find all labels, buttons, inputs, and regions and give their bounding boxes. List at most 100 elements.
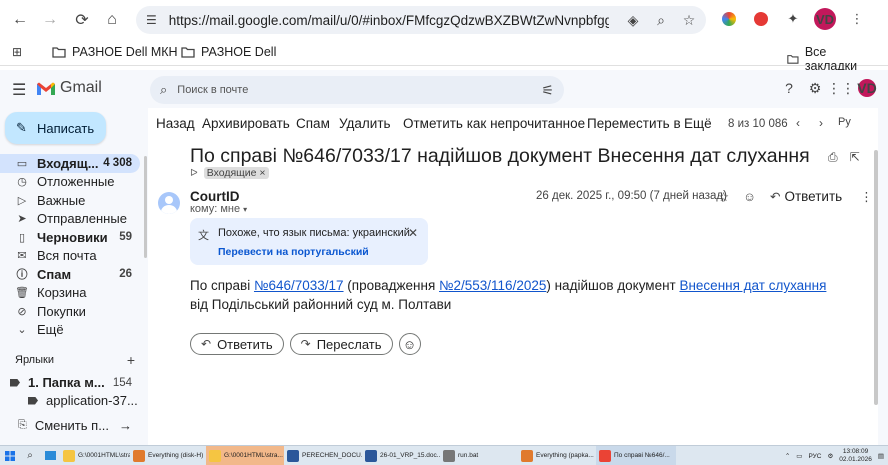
taskbar-window-button[interactable]: Everything (disk-H) <box>130 446 206 465</box>
taskbar-app-icon[interactable] <box>40 446 60 465</box>
translate-link[interactable]: Перевести на португальский <box>218 246 369 258</box>
report-spam-button[interactable]: Спам <box>296 116 330 131</box>
back-arrow-icon[interactable]: ← <box>6 6 34 34</box>
mail-search-box[interactable]: ⌕ Поиск в почте ⚟ <box>150 76 564 104</box>
sidebar-nav-item[interactable]: ▷ Важные <box>0 191 148 210</box>
color-extension-icon[interactable] <box>718 8 740 30</box>
sidebar-label-item[interactable]: 1. Папка м... 154 <box>10 375 140 390</box>
close-icon[interactable]: ✕ <box>408 226 418 240</box>
keyboard-layout[interactable]: РУС <box>808 453 821 460</box>
compose-button[interactable]: ✎ Написать <box>5 112 106 144</box>
main-menu-icon[interactable]: ☰ <box>12 80 26 100</box>
all-bookmarks[interactable]: Все закладки <box>787 45 870 73</box>
extensions-puzzle-icon[interactable]: ✦ <box>782 8 804 30</box>
sidebar-nav-item[interactable]: ◷ Отложенные <box>0 173 148 192</box>
bookmark-star-icon[interactable]: ☆ <box>680 10 698 30</box>
taskbar-label: run.bat <box>458 452 479 459</box>
move-to-button[interactable]: Переместить в <box>587 116 681 131</box>
caret-down-icon[interactable]: ▾ <box>243 205 247 214</box>
document-link[interactable]: Внесення дат слухання <box>679 278 826 293</box>
taskbar-window-button[interactable]: G:\0001HTML\stra... <box>60 446 130 465</box>
taskbar-window-button[interactable]: По справі №646/... <box>596 445 676 465</box>
delete-button[interactable]: Удалить <box>339 116 391 131</box>
switch-account-item[interactable]: ⎘ Сменить п... → <box>18 418 138 433</box>
mark-unread-button[interactable]: Отметить как непрочитанное <box>403 116 585 131</box>
sidebar-nav-item[interactable]: ⌄ Ещё <box>0 321 148 340</box>
browser-menu-icon[interactable]: ⋮ <box>846 8 868 30</box>
zoom-icon[interactable]: ⌕ <box>652 10 670 30</box>
taskbar-search-icon[interactable]: ⌕ <box>20 446 40 465</box>
settings-icon[interactable]: ⚙ <box>827 452 833 460</box>
home-icon[interactable]: ⌂ <box>98 6 126 34</box>
print-icon[interactable]: ⎙ <box>828 150 838 165</box>
remove-label-icon[interactable]: × <box>259 167 265 179</box>
google-apps-icon[interactable]: ⋮⋮ <box>827 79 855 97</box>
bookmark-folder[interactable]: РАЗНОЕ Dell МКН <box>52 45 178 59</box>
browser-profile-avatar[interactable]: VD <box>814 8 836 30</box>
important-icon: ▷ <box>17 194 27 207</box>
body-text: По справі <box>190 278 254 293</box>
add-label-icon[interactable]: + <box>127 352 135 368</box>
more-options-icon[interactable]: ⋮ <box>860 189 873 204</box>
taskbar-window-button[interactable]: 26-01_VRP_15.doc... <box>362 446 440 465</box>
network-icon[interactable]: ▭ <box>796 452 802 460</box>
open-new-window-icon[interactable]: ⇱ <box>850 150 860 165</box>
address-bar[interactable]: ☰ https://mail.google.com/mail/u/0/#inbo… <box>136 6 706 34</box>
sidebar-scrollbar[interactable] <box>144 156 147 258</box>
tray-chevron-icon[interactable]: ⌃ <box>785 452 790 460</box>
inbox-label-chip[interactable]: Входящие × <box>203 167 269 179</box>
forward-arrow-icon[interactable]: → <box>36 6 64 34</box>
back-to-inbox-button[interactable]: Назад <box>156 116 195 131</box>
emoji-react-icon[interactable]: ☺ <box>743 190 756 204</box>
site-settings-icon[interactable]: ☰ <box>146 13 157 27</box>
star-icon[interactable]: ☆ <box>718 189 729 204</box>
reply-arrow-icon[interactable]: ↶ <box>770 189 780 204</box>
chevron-right-icon[interactable]: › <box>819 116 823 130</box>
emoji-button[interactable]: ☺ <box>398 333 421 355</box>
bookmark-folder[interactable]: РАЗНОЕ Dell <box>181 45 276 59</box>
proceeding-number-link[interactable]: №2/553/116/2025 <box>439 278 546 293</box>
sidebar-nav-item[interactable]: ▯ Черновики 59 <box>0 228 148 247</box>
sidebar-nav-item[interactable]: 🗑 Корзина <box>0 284 148 303</box>
message-view: Назад Архивировать Спам Удалить Отметить… <box>148 108 878 445</box>
sidebar-label-item[interactable]: application-37... <box>10 393 140 408</box>
recipient-line[interactable]: кому: мне ▾ <box>190 203 247 215</box>
sender-name[interactable]: CourtID <box>190 189 240 204</box>
chevron-left-icon[interactable]: ‹ <box>796 116 800 130</box>
sidebar-nav-item[interactable]: ⊘ Покупки <box>0 302 148 321</box>
search-icon[interactable]: ⌕ <box>160 82 167 98</box>
main-scrollbar[interactable] <box>874 150 878 405</box>
notifications-icon[interactable]: ▤ <box>878 452 884 460</box>
input-tools-button[interactable]: Ру <box>838 116 851 128</box>
reply-button[interactable]: ↶ Ответить <box>190 333 284 355</box>
install-app-icon[interactable]: ◈ <box>624 10 642 30</box>
taskbar-window-button[interactable]: G:\0001HTML\stra... <box>206 445 284 465</box>
body-text: від Подільський районний суд м. Полтави <box>190 297 452 312</box>
settings-gear-icon[interactable]: ⚙ <box>806 79 824 97</box>
windows-start-icon[interactable] <box>0 446 20 465</box>
search-options-icon[interactable]: ⚟ <box>541 82 554 99</box>
account-avatar[interactable]: VD <box>857 79 877 97</box>
gmail-logo[interactable]: Gmail <box>36 79 102 97</box>
sidebar-nav-item[interactable]: ▭ Входящ... 4 308 <box>0 154 140 173</box>
taskbar-window-button[interactable]: Everything (papka... <box>518 446 596 465</box>
reply-header-button[interactable]: Ответить <box>784 189 842 204</box>
sidebar-nav-item[interactable]: ➤ Отправленные <box>0 210 148 229</box>
clock[interactable]: 13:08:09 02.01.2026 <box>839 448 872 464</box>
reload-icon[interactable]: ⟳ <box>68 6 96 34</box>
forward-button[interactable]: ↷ Переслать <box>289 333 393 355</box>
red-extension-icon[interactable] <box>750 8 772 30</box>
taskbar-window-button[interactable]: run.bat <box>440 446 518 465</box>
apps-grid-icon[interactable]: ⊞ <box>12 45 22 59</box>
archive-button[interactable]: Архивировать <box>202 116 290 131</box>
case-number-link[interactable]: №646/7033/17 <box>254 278 344 293</box>
important-marker-icon[interactable]: ᐅ <box>190 168 198 179</box>
search-input[interactable]: Поиск в почте <box>177 84 248 96</box>
inbox-icon: ▭ <box>16 157 28 170</box>
sidebar-nav-item[interactable]: ⓘ Спам 26 <box>0 265 148 284</box>
more-actions-button[interactable]: Ещё <box>684 116 712 131</box>
sidebar-nav-item[interactable]: ✉ Вся почта <box>0 247 148 266</box>
label-count: 154 <box>112 376 132 389</box>
taskbar-window-button[interactable]: PERECHEN_DOCU... <box>284 446 362 465</box>
help-icon[interactable]: ? <box>780 79 798 97</box>
